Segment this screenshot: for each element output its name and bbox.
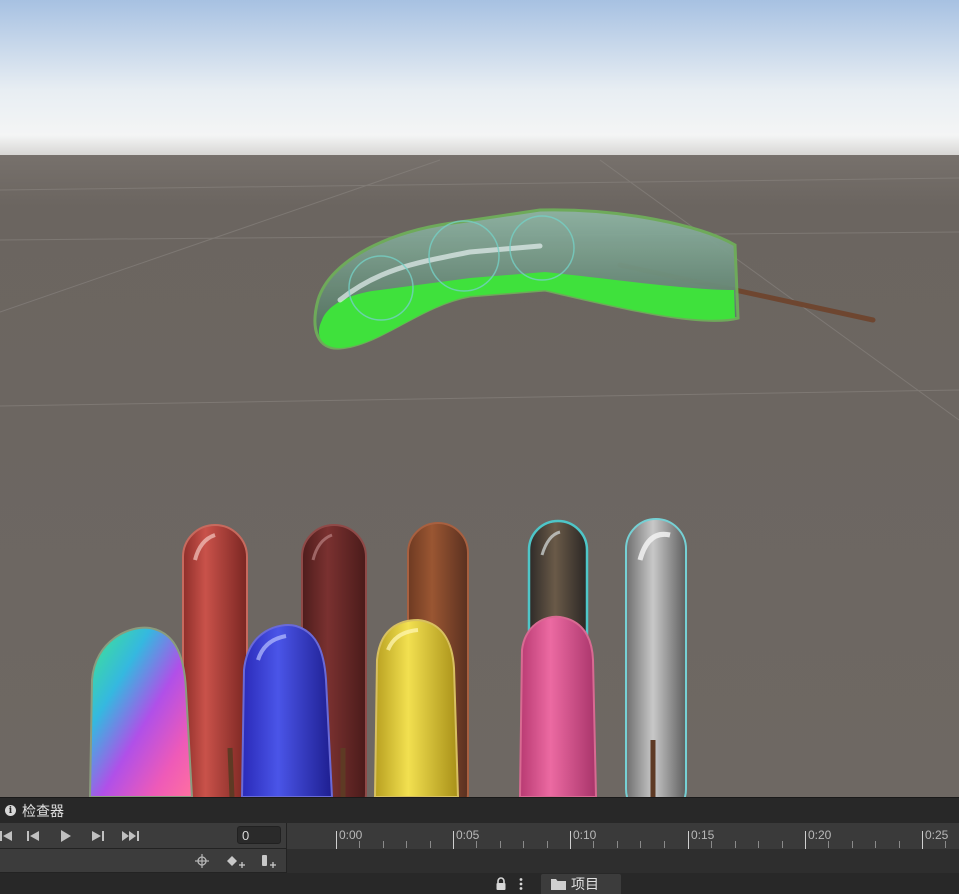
tick-minor [875,841,876,848]
tick-major [922,831,923,849]
tick-major [688,831,689,849]
tick-label: 0:05 [456,828,480,842]
capsule-pink[interactable] [518,615,598,797]
tick-minor [735,841,736,848]
capsule-silver[interactable] [625,518,687,797]
scene-canvas [0,0,959,797]
timeline-ruler[interactable]: 0:00 0:05 0:10 0:15 0:20 0:25 [287,823,959,849]
tick-minor [547,841,548,848]
crosshair-icon[interactable] [188,851,216,871]
tick-minor [852,841,853,848]
tick-minor [945,841,946,848]
lock-icon[interactable] [494,877,508,891]
inspector-header: i 检查器 [0,797,959,823]
tab-project[interactable]: 项目 [541,874,621,894]
tick-major [336,831,337,849]
tick-label: 0:20 [808,828,832,842]
tick-minor [593,841,594,848]
tick-minor [782,841,783,848]
first-key-icon[interactable] [0,826,20,846]
tick-minor [617,841,618,848]
tick-label: 0:10 [573,828,597,842]
add-keyframe-icon[interactable] [222,851,250,871]
tick-label: 0:15 [691,828,715,842]
tick-major [805,831,806,849]
inspector-title: 检查器 [22,802,64,819]
tick-minor [828,841,829,848]
tick-minor [758,841,759,848]
play-icon[interactable] [52,826,80,846]
tick-minor [359,841,360,848]
capsule-blue[interactable] [240,624,334,797]
tick-label: 0:25 [925,828,949,842]
add-event-icon[interactable] [255,851,283,871]
timeline-track-area[interactable] [287,849,959,873]
scene-view[interactable] [0,0,959,797]
tick-minor [406,841,407,848]
prev-key-icon[interactable] [19,826,47,846]
last-key-icon[interactable] [117,826,145,846]
next-key-icon[interactable] [84,826,112,846]
tick-minor [430,841,431,848]
tick-minor [476,841,477,848]
frame-input[interactable]: 0 [237,826,281,844]
tick-major [453,831,454,849]
tick-minor [523,841,524,848]
tick-minor [711,841,712,848]
capsule-red[interactable] [182,524,248,797]
more-icon[interactable] [516,877,526,891]
tick-minor [899,841,900,848]
tab-project-label: 项目 [571,876,599,892]
tick-major [570,831,571,849]
tick-minor [640,841,641,848]
tick-label: 0:00 [339,828,363,842]
info-icon: i [5,805,16,816]
tick-minor [664,841,665,848]
bottom-tab-bar: 项目 [0,873,959,894]
capsule-yellow[interactable] [373,618,460,797]
tick-minor [383,841,384,848]
tick-minor [500,841,501,848]
folder-icon [551,879,566,890]
capsule-rainbow[interactable] [88,626,194,797]
